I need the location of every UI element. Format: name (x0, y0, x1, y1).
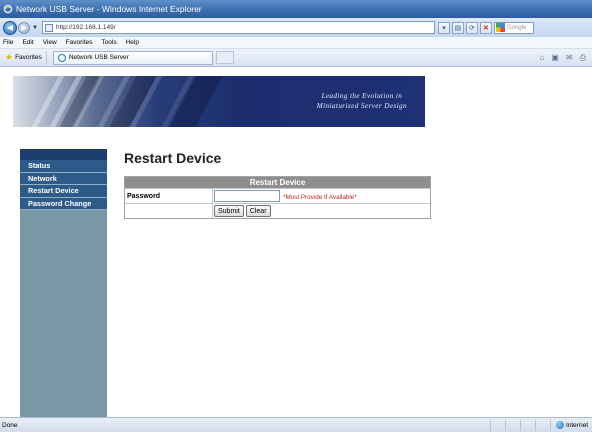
new-tab-button[interactable] (215, 51, 234, 64)
sidebar-header (20, 149, 107, 160)
menu-bar: File Edit View Favorites Tools Help (0, 37, 592, 49)
menu-help[interactable]: Help (126, 39, 139, 46)
banner-tagline: Leading the Evolution in Miniaturized Se… (317, 91, 407, 111)
banner-tagline-line2: Miniaturized Server Design (316, 102, 407, 110)
tab-title: Network USB Server (68, 54, 129, 61)
menu-favorites[interactable]: Favorites (66, 39, 93, 46)
address-url: http://192.168.1.149/ (55, 24, 116, 31)
compat-view-button[interactable]: ▾ (437, 21, 450, 34)
search-input[interactable]: Google (493, 21, 534, 34)
form-header: Restart Device (125, 177, 430, 188)
browser-tab[interactable]: Network USB Server (52, 50, 213, 65)
page-icon-button[interactable]: ▤ (451, 21, 464, 34)
banner-tagline-line1: Leading the Evolution in (321, 92, 403, 100)
refresh-button[interactable]: ⟳ (465, 21, 478, 34)
buttons-row-spacer (125, 204, 213, 218)
zone-label: Internet (565, 421, 588, 429)
buttons-row: Submit Clear (125, 203, 430, 218)
home-icon[interactable]: ⌂ (539, 53, 544, 62)
password-warning: *Must Provide If Available* (283, 194, 357, 201)
menu-tools[interactable]: Tools (101, 39, 116, 46)
page-icon (44, 23, 53, 32)
password-field[interactable] (214, 190, 280, 202)
forward-button[interactable]: ▶ (18, 21, 30, 34)
address-toolbar: ◀ ▶ ▼ http://192.168.1.149/ ▾ ▤ ⟳ ✕ Goog… (0, 18, 592, 37)
status-segment (519, 419, 535, 431)
sidebar-item-network[interactable]: Network (20, 172, 107, 185)
submit-button[interactable]: Submit (214, 205, 244, 217)
status-bar: Done Internet (0, 417, 592, 432)
status-segment (489, 419, 505, 431)
menu-edit[interactable]: Edit (22, 39, 33, 46)
stop-button[interactable]: ✕ (479, 21, 492, 34)
menu-file[interactable]: File (3, 39, 13, 46)
page-title: Restart Device (124, 150, 222, 166)
favorites-label: Favorites (15, 54, 42, 61)
window-title-bar: Network USB Server - Windows Internet Ex… (0, 0, 592, 18)
status-segment (534, 419, 550, 431)
status-text: Done (2, 421, 18, 429)
print-icon[interactable]: ⎙ (580, 53, 586, 63)
history-dropdown-icon[interactable]: ▼ (32, 25, 38, 31)
password-row: Password *Must Provide If Available* (125, 188, 430, 203)
sidebar-item-password-change[interactable]: Password Change (20, 197, 107, 210)
sidebar-nav: Status Network Restart Device Password C… (20, 149, 107, 417)
page-viewport: Leading the Evolution in Miniaturized Se… (0, 67, 592, 417)
globe-icon (555, 421, 564, 429)
favorites-button[interactable]: ★ Favorites (0, 50, 47, 65)
star-icon: ★ (5, 52, 14, 62)
header-banner-image: Leading the Evolution in Miniaturized Se… (13, 76, 425, 127)
google-icon (495, 23, 505, 32)
mail-icon[interactable]: ✉ (566, 53, 573, 62)
search-placeholder: Google (506, 24, 527, 31)
password-label: Password (125, 189, 213, 203)
feeds-icon[interactable]: ▣ (551, 53, 559, 62)
sidebar-item-restart-device[interactable]: Restart Device (20, 185, 107, 198)
back-button[interactable]: ◀ (3, 20, 17, 35)
favorites-bar: ★ Favorites Network USB Server ⌂ ▣ ✉ ⎙ (0, 49, 592, 67)
security-zone[interactable]: Internet (549, 419, 592, 431)
clear-button[interactable]: Clear (245, 205, 271, 217)
address-field[interactable]: http://192.168.1.149/ (41, 21, 435, 34)
menu-view[interactable]: View (43, 39, 57, 46)
sidebar-item-status[interactable]: Status (20, 160, 107, 173)
tab-ie-icon (57, 53, 66, 62)
command-bar: ⌂ ▣ ✉ ⎙ (539, 53, 592, 63)
status-segment (504, 419, 520, 431)
restart-form: Restart Device Password *Must Provide If… (124, 176, 431, 219)
ie-icon (3, 4, 13, 14)
window-title: Network USB Server - Windows Internet Ex… (16, 4, 202, 14)
